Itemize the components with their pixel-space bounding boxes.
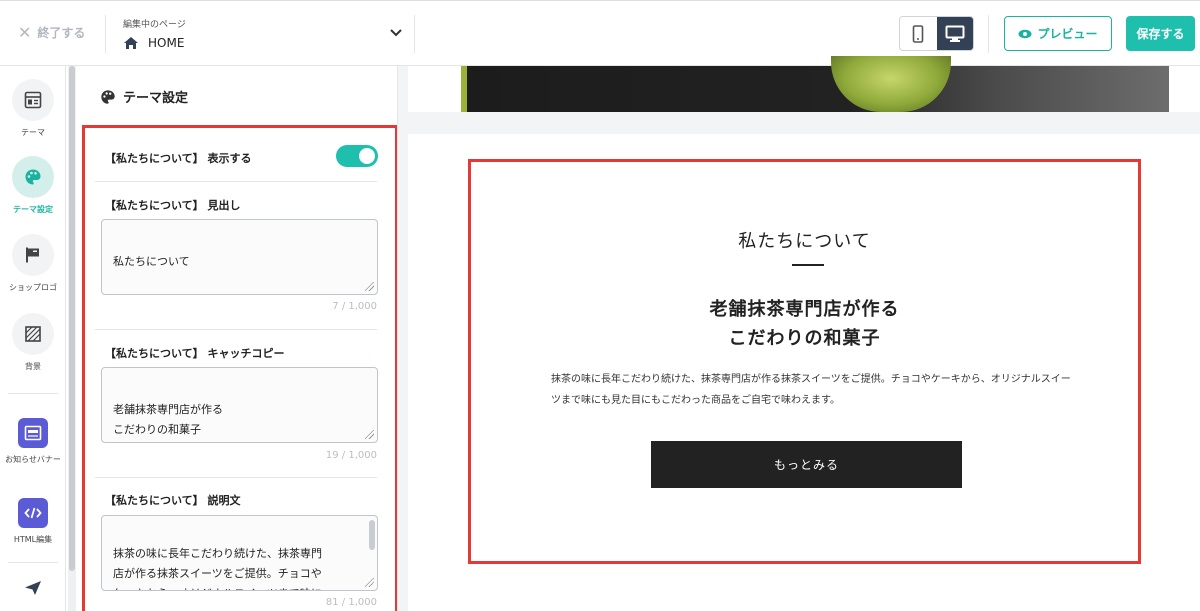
panel-title-text: テーマ設定	[123, 91, 189, 106]
code-icon	[24, 507, 42, 519]
rail-icon-wrap	[18, 498, 48, 528]
catch-textarea[interactable]: 老舗抹茶専門店が作る こだわりの和菓子	[101, 367, 378, 443]
rail-divider	[8, 393, 58, 394]
desktop-view-button[interactable]	[936, 17, 973, 50]
rail-divider	[8, 562, 58, 563]
top-bar: ✕ 終了する 編集中のページ HOME プレビュー 保存する	[0, 0, 1200, 66]
desc-textarea[interactable]: 抹茶の味に長年こだわり続けた、抹茶専門 店が作る抹茶スイーツをご提供。チョコや …	[101, 515, 378, 591]
rail-item-label: 背景	[25, 362, 41, 371]
divider	[95, 329, 377, 330]
hero-accent	[461, 66, 467, 112]
heading-rule	[792, 264, 824, 266]
flag-icon	[26, 247, 39, 263]
rail-item-label: HTML編集	[13, 535, 53, 544]
catch-field-label: 【私たちについて】 キャッチコピー	[105, 347, 285, 360]
divider	[988, 15, 989, 53]
desc-textarea-value: 抹茶の味に長年こだわり続けた、抹茶専門 店が作る抹茶スイーツをご提供。チョコや …	[113, 547, 322, 590]
rail-item-label: テーマ	[21, 128, 45, 137]
rail-item-theme-settings[interactable]: テーマ設定	[0, 156, 66, 215]
left-rail: テーマ テーマ設定 ショップロゴ 背景 お知らせバナー HTML編集	[0, 66, 66, 611]
rail-item-shop-logo[interactable]: ショップロゴ	[0, 234, 66, 293]
rail-item-html-edit[interactable]: HTML編集	[0, 498, 66, 545]
hero-image	[461, 56, 1169, 112]
rail-item-send[interactable]	[0, 580, 66, 600]
chevron-down-icon	[390, 29, 402, 37]
panel-title: テーマ設定	[100, 87, 188, 106]
page-name: HOME	[148, 36, 185, 50]
smartphone-icon	[912, 24, 924, 43]
section-gap	[408, 112, 1200, 134]
send-icon	[25, 581, 41, 595]
preview-canvas: 私たちについて 老舗抹茶専門店が作る こだわりの和菓子 抹茶の味に長年こだわり続…	[398, 56, 1200, 611]
monitor-icon	[945, 25, 965, 42]
desc-char-count: 81 / 1,000	[325, 597, 377, 608]
resize-handle[interactable]	[365, 282, 374, 291]
palette-icon	[101, 89, 115, 104]
divider	[95, 181, 377, 182]
banner-icon	[24, 425, 42, 441]
divider	[95, 477, 377, 478]
rail-item-label: テーマ設定	[13, 205, 53, 214]
pattern-icon	[25, 326, 41, 342]
about-section[interactable]: 私たちについて 老舗抹茶専門店が作る こだわりの和菓子 抹茶の味に長年こだわり続…	[468, 159, 1141, 564]
scroll-thumb[interactable]	[69, 66, 75, 571]
heading-char-count: 7 / 1,000	[332, 301, 377, 312]
about-heading: 私たちについて	[738, 231, 871, 252]
device-toggle	[899, 16, 974, 51]
about-catchcopy: 老舗抹茶専門店が作る こだわりの和菓子	[709, 299, 900, 349]
divider	[105, 15, 106, 53]
rail-icon-wrap	[12, 156, 54, 198]
about-description: 抹茶の味に長年こだわり続けた、抹茶専門店が作る抹茶スイーツをご提供。チョコやケー…	[551, 374, 1071, 406]
rail-icon-wrap	[18, 418, 48, 448]
rail-item-theme[interactable]: テーマ	[0, 79, 66, 138]
resize-handle[interactable]	[365, 578, 374, 587]
rail-icon-wrap	[12, 79, 54, 121]
heading-textarea-value: 私たちについて	[113, 255, 190, 268]
textarea-scrollbar[interactable]	[369, 520, 375, 550]
preview-page: 私たちについて 老舗抹茶専門店が作る こだわりの和菓子 抹茶の味に長年こだわり続…	[408, 56, 1200, 611]
home-icon	[124, 37, 138, 49]
toggle-knob	[359, 148, 375, 164]
preview-button[interactable]: プレビュー	[1004, 16, 1112, 51]
rail-item-notice-banner[interactable]: お知らせバナー	[0, 418, 66, 465]
rail-scrollbar[interactable]	[68, 66, 76, 611]
close-icon: ✕	[18, 23, 32, 42]
rail-item-label: ショップロゴ	[9, 283, 57, 292]
divider	[414, 15, 415, 53]
rail-item-label: お知らせバナー	[5, 455, 61, 464]
heading-textarea[interactable]: 私たちについて	[101, 219, 378, 295]
exit-button[interactable]: ✕ 終了する	[18, 23, 85, 42]
matcha-drink-image	[831, 56, 951, 112]
preview-label: プレビュー	[1037, 27, 1098, 41]
exit-label: 終了する	[37, 26, 86, 40]
catch-char-count: 19 / 1,000	[325, 450, 377, 461]
heading-field-label: 【私たちについて】 見出し	[105, 199, 241, 212]
save-button[interactable]: 保存する	[1126, 16, 1195, 51]
layout-icon	[24, 91, 42, 109]
resize-handle[interactable]	[365, 430, 374, 439]
eye-icon	[1018, 29, 1032, 38]
rail-icon-wrap	[12, 234, 54, 276]
more-button[interactable]: もっとみる	[651, 441, 962, 488]
rail-item-background[interactable]: 背景	[0, 313, 66, 372]
mobile-view-button[interactable]	[900, 17, 937, 50]
catch-textarea-value: 老舗抹茶専門店が作る こだわりの和菓子	[113, 403, 223, 436]
theme-settings-panel: テーマ設定 【私たちについて】 表示する 【私たちについて】 見出し 私たちにつ…	[78, 66, 398, 611]
page-selector[interactable]: 編集中のページ HOME	[123, 17, 408, 50]
page-selector-caption: 編集中のページ	[123, 20, 186, 30]
rail-icon-wrap	[12, 313, 54, 355]
palette-icon	[25, 169, 41, 185]
desc-field-label: 【私たちについて】 説明文	[105, 494, 241, 507]
display-toggle[interactable]	[336, 145, 378, 167]
display-toggle-label: 【私たちについて】 表示する	[105, 152, 252, 165]
